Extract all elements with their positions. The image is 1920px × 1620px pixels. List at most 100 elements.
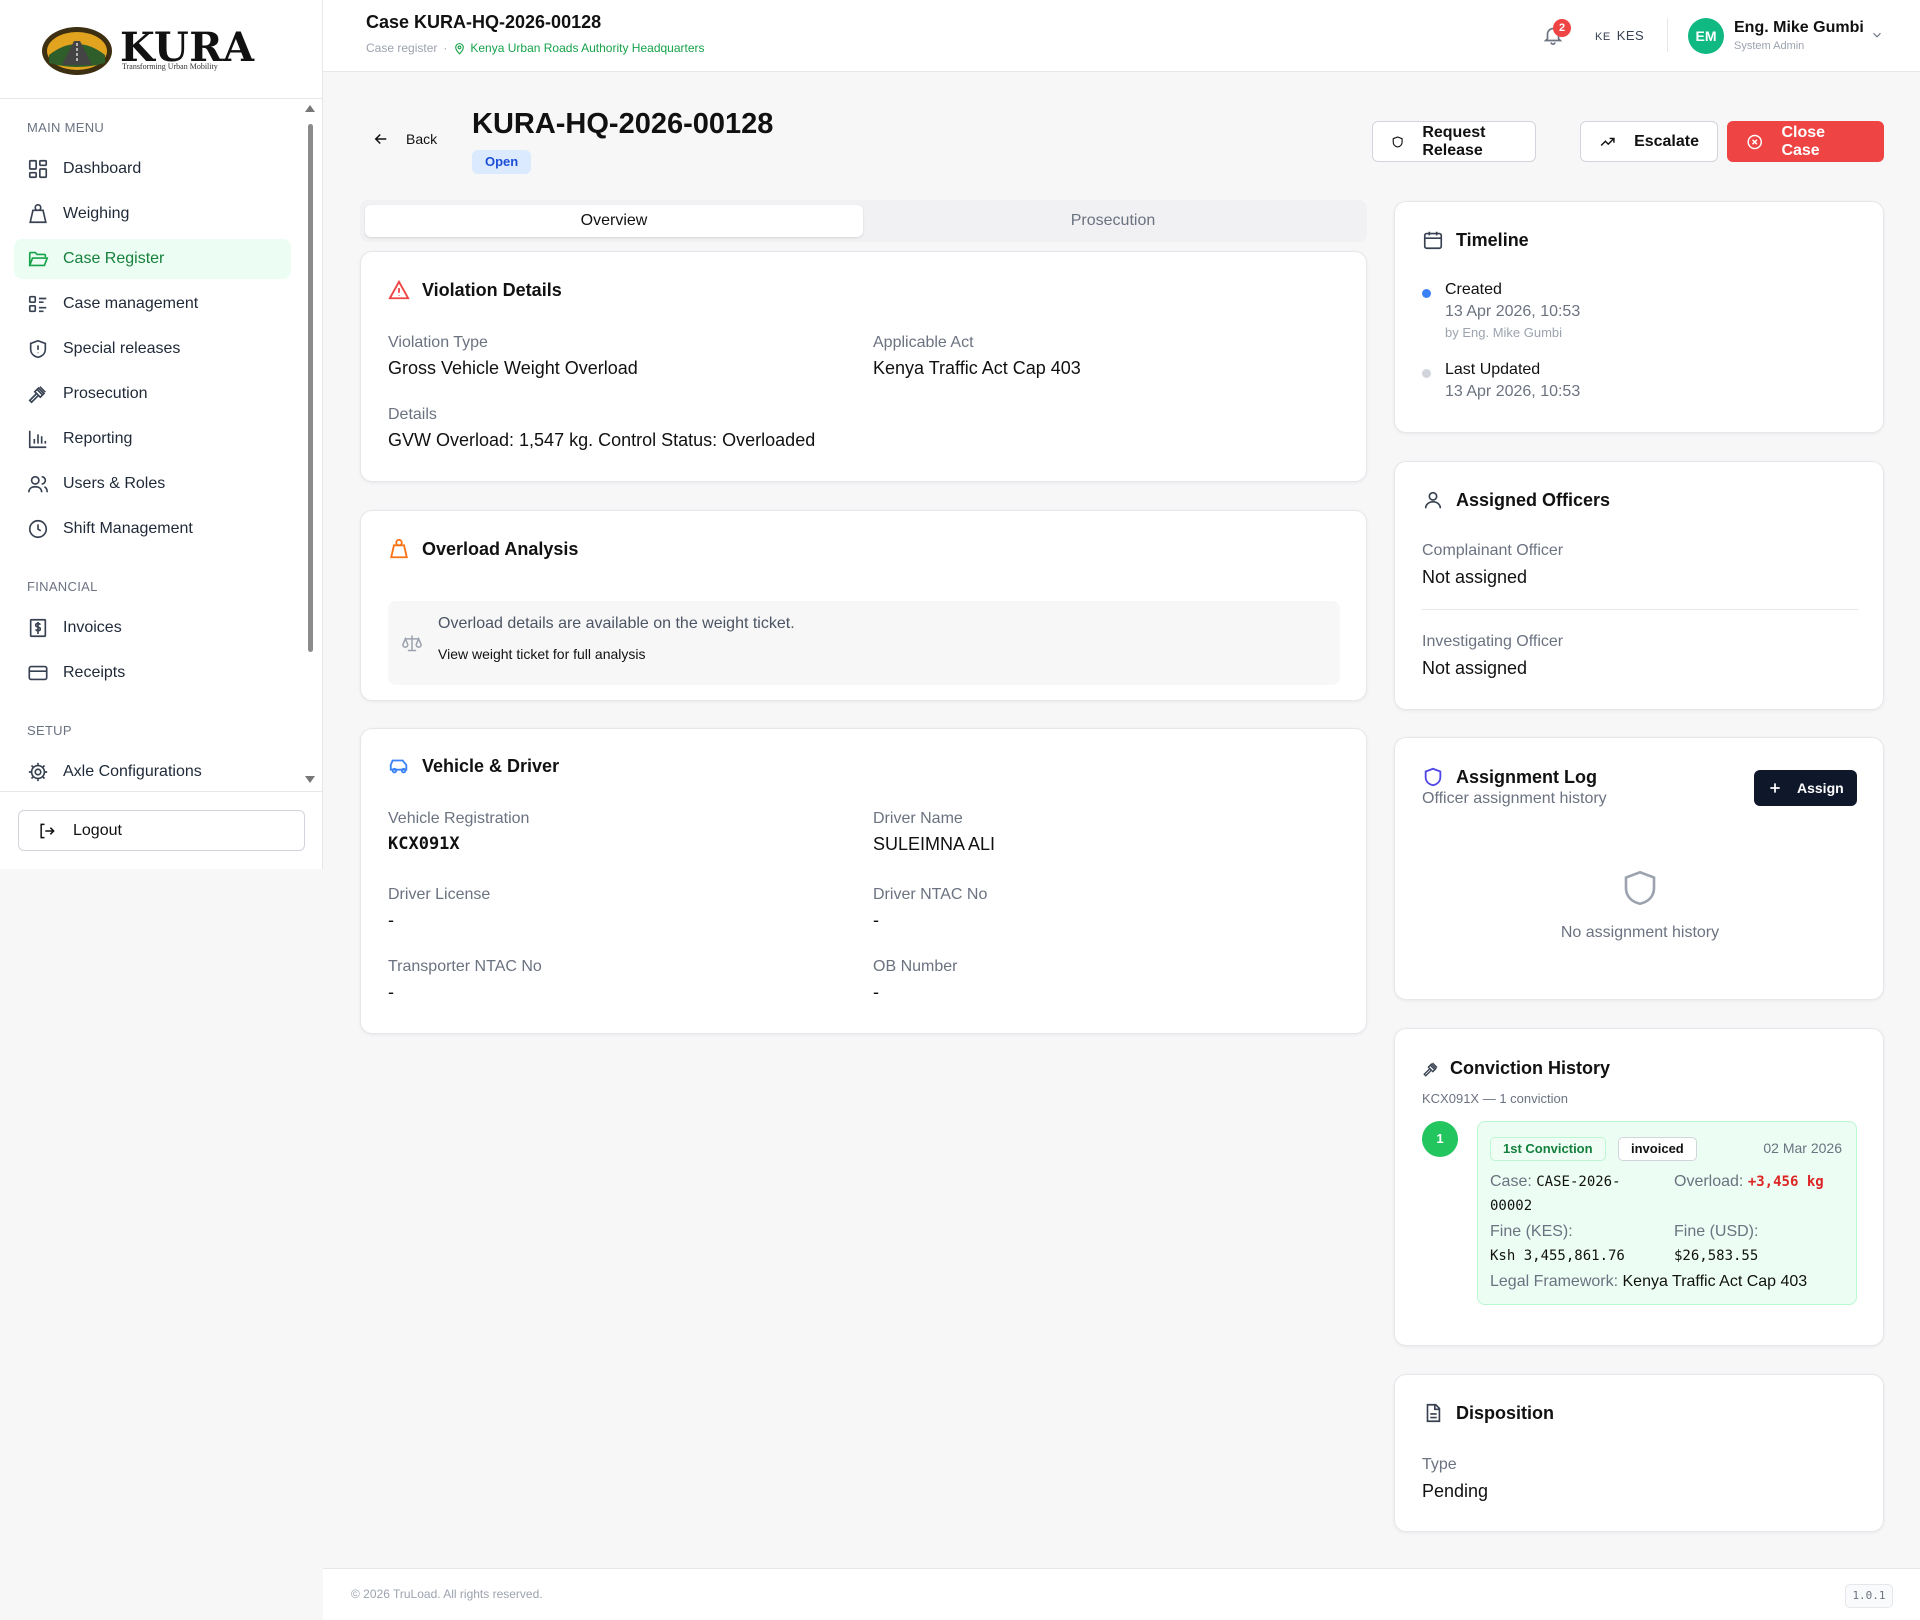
- sidebar-item-shift-management[interactable]: Shift Management: [14, 509, 291, 549]
- assignment-log-title: Assignment Log: [1422, 766, 1597, 788]
- timeline-dot-updated: [1422, 369, 1431, 378]
- document-icon: [1426, 1403, 1441, 1423]
- driver-license-value: -: [388, 910, 394, 930]
- gavel-icon: [28, 386, 46, 404]
- driver-ntac-label: Driver NTAC No: [873, 886, 988, 903]
- avatar[interactable]: EM: [1688, 18, 1724, 54]
- sidebar-item-label: Invoices: [63, 619, 122, 636]
- menu-section-setup: SETUP: [27, 723, 72, 738]
- sidebar-item-axle-configurations[interactable]: Axle Configurations: [14, 752, 291, 792]
- menu-section-main: MAIN MENU: [27, 120, 105, 135]
- sidebar-item-label: Receipts: [63, 664, 126, 681]
- complainant-officer-value: Not assigned: [1422, 567, 1528, 587]
- user-name[interactable]: Eng. Mike Gumbi: [1734, 19, 1864, 37]
- bar-chart-icon: [28, 430, 47, 449]
- weight-icon: [29, 204, 47, 224]
- scroll-down-arrow-icon[interactable]: [305, 776, 315, 784]
- details-label: Details: [388, 406, 437, 423]
- sidebar-divider: [0, 791, 323, 792]
- conviction-fine-usd-field: Fine (USD): $26,583.55: [1674, 1220, 1758, 1268]
- sidebar-item-weighing[interactable]: Weighing: [14, 194, 291, 234]
- plus-icon: [1770, 783, 1780, 793]
- back-label: Back: [406, 131, 438, 147]
- sidebar-item-case-register[interactable]: Case Register: [14, 239, 291, 279]
- assignment-log-subtitle: Officer assignment history: [1422, 790, 1607, 807]
- close-case-label: Close Case: [1781, 123, 1826, 159]
- sidebar-item-special-releases[interactable]: Special releases: [14, 329, 291, 369]
- violation-details-card: Violation Details Violation Type Gross V…: [360, 251, 1367, 482]
- close-case-button[interactable]: Close Case: [1727, 121, 1884, 162]
- request-release-label: Request Release: [1422, 123, 1486, 159]
- timeline-title: Timeline: [1422, 229, 1529, 251]
- top-bar: Case KURA-HQ-2026-00128 Case register · …: [323, 0, 1920, 72]
- empty-shield-icon: [1624, 870, 1656, 906]
- escalate-label: Escalate: [1634, 132, 1699, 150]
- conviction-framework-value: Kenya Traffic Act Cap 403: [1622, 1273, 1808, 1290]
- vehicle-registration-label: Vehicle Registration: [388, 810, 530, 827]
- logout-icon: [40, 823, 55, 838]
- transporter-ntac-label: Transporter NTAC No: [388, 958, 542, 975]
- sidebar-item-reporting[interactable]: Reporting: [14, 419, 291, 459]
- conviction-entry[interactable]: 1st Conviction invoiced 02 Mar 2026 Case…: [1477, 1121, 1857, 1305]
- conviction-history-subtitle: KCX091X — 1 conviction: [1422, 1091, 1568, 1106]
- vehicle-driver-heading: Vehicle & Driver: [422, 755, 560, 776]
- complainant-officer-label: Complainant Officer: [1422, 542, 1564, 559]
- notification-count-badge: 2: [1553, 19, 1571, 37]
- escalate-button[interactable]: Escalate: [1580, 121, 1718, 162]
- case-number-heading: KURA-HQ-2026-00128: [472, 108, 774, 140]
- driver-ntac-value: -: [873, 910, 879, 930]
- alert-triangle-icon: [388, 279, 410, 300]
- assigned-officers-title: Assigned Officers: [1422, 489, 1610, 511]
- sidebar-item-users-roles[interactable]: Users & Roles: [14, 464, 291, 504]
- card-icon: [28, 665, 48, 681]
- kura-emblem-icon: [42, 27, 112, 75]
- conviction-fine-kes-value: Ksh 3,455,861.76: [1490, 1248, 1625, 1264]
- gavel-icon: [1423, 1062, 1438, 1077]
- sidebar-item-receipts[interactable]: Receipts: [14, 653, 291, 693]
- logo[interactable]: KURA Transforming Urban Mobility: [0, 0, 322, 99]
- sidebar-item-prosecution[interactable]: Prosecution: [14, 374, 291, 414]
- sidebar-item-label: Prosecution: [63, 385, 148, 402]
- folder-open-icon: [28, 251, 49, 267]
- conviction-overload-field: Overload: +3,456 kg: [1674, 1170, 1824, 1194]
- request-release-button[interactable]: Request Release: [1372, 121, 1536, 162]
- overload-info-box: Overload details are available on the we…: [388, 601, 1340, 685]
- driver-license-label: Driver License: [388, 886, 491, 903]
- menu-section-financial: FINANCIAL: [27, 579, 98, 594]
- sidebar-item-label: Reporting: [63, 430, 133, 447]
- logout-button[interactable]: Logout: [18, 810, 305, 851]
- sidebar-item-label: Case Register: [63, 250, 165, 267]
- sidebar-scrollbar[interactable]: [303, 104, 315, 784]
- violation-details-title: Violation Details: [388, 279, 562, 301]
- sidebar-item-label: Shift Management: [63, 520, 193, 537]
- weight-ticket-link[interactable]: View weight ticket for full analysis: [438, 646, 646, 662]
- shield-alert-icon: [29, 339, 47, 359]
- tab-prosecution[interactable]: Prosecution: [864, 205, 1362, 237]
- scroll-thumb[interactable]: [308, 124, 313, 652]
- scroll-up-arrow-icon[interactable]: [305, 104, 315, 112]
- invoice-icon: [29, 618, 47, 638]
- vehicle-registration-value: KCX091X: [388, 834, 460, 854]
- assignment-empty-message: No assignment history: [1560, 924, 1720, 941]
- overload-analysis-card: Overload Analysis Overload details are a…: [360, 510, 1367, 701]
- sidebar-item-case-management[interactable]: Case management: [14, 284, 291, 324]
- sidebar-item-dashboard[interactable]: Dashboard: [14, 149, 291, 189]
- currency-selector[interactable]: KE KES: [1595, 28, 1644, 43]
- sidebar-item-label: Case management: [63, 295, 199, 312]
- back-button[interactable]: Back: [372, 130, 437, 148]
- station-location: Kenya Urban Roads Authority Headquarters: [453, 41, 705, 55]
- conviction-history-title: Conviction History: [1422, 1058, 1610, 1079]
- sidebar-item-invoices[interactable]: Invoices: [14, 608, 291, 648]
- chevron-down-icon[interactable]: [1870, 28, 1884, 42]
- conviction-overload-label: Overload:: [1674, 1173, 1744, 1190]
- map-pin-icon: [455, 42, 465, 55]
- applicable-act-label: Applicable Act: [873, 334, 974, 351]
- conviction-history-heading: Conviction History: [1450, 1058, 1611, 1078]
- list-icon: [28, 295, 47, 313]
- users-icon: [28, 475, 48, 493]
- tab-overview[interactable]: Overview: [365, 205, 863, 237]
- breadcrumb-case-register[interactable]: Case register: [366, 41, 437, 55]
- car-icon: [389, 759, 408, 774]
- assign-button[interactable]: Assign: [1754, 770, 1857, 806]
- conviction-overload-value: +3,456 kg: [1747, 1174, 1824, 1190]
